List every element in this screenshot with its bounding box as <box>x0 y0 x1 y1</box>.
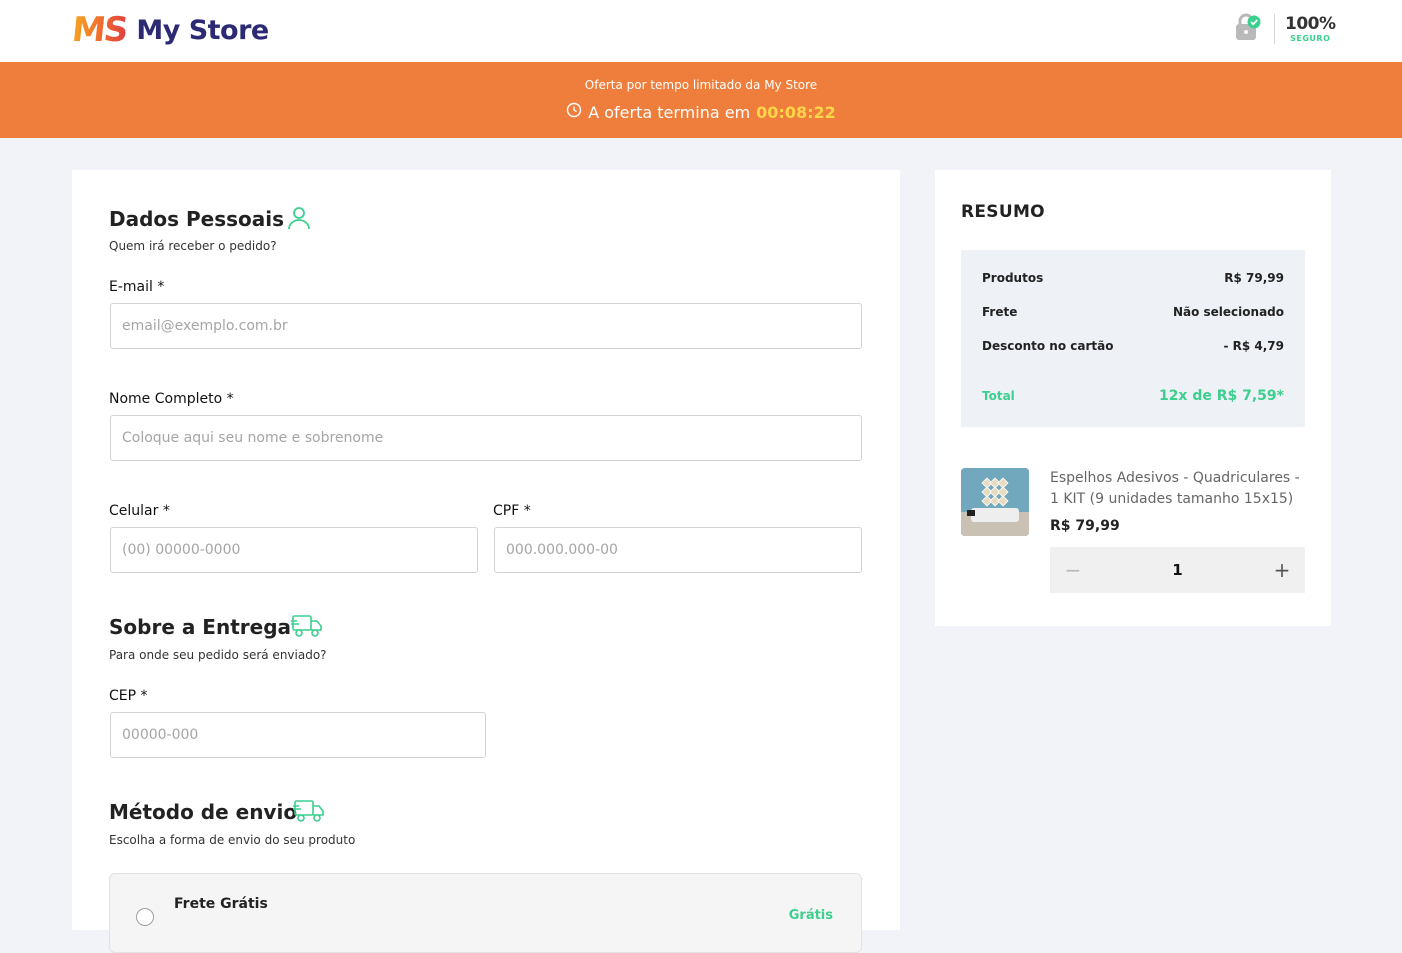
summary-row-value: Não selecionado <box>1172 305 1284 319</box>
store-name: My Store <box>136 14 269 46</box>
cep-field[interactable] <box>110 712 486 758</box>
summary-row: Desconto no cartão - R$ 4,79 <box>982 339 1284 353</box>
summary-title: RESUMO <box>961 202 1045 222</box>
cpf-label: CPF * <box>493 503 531 519</box>
delivery-section-title: Sobre a Entrega <box>109 615 292 639</box>
cep-label: CEP * <box>109 688 148 704</box>
clock-icon <box>566 102 582 122</box>
secure-text: 100% SEGURO <box>1285 13 1336 43</box>
user-icon <box>286 205 312 235</box>
product-thumbnail <box>961 468 1029 536</box>
shipping-radio[interactable] <box>136 908 154 926</box>
quantity-value: 1 <box>1172 561 1183 579</box>
countdown-timer: 00:08:22 <box>756 102 836 122</box>
summary-row-label: Frete <box>982 305 1018 319</box>
total-label: Total <box>982 389 1015 403</box>
secure-percent: 100% <box>1285 13 1336 34</box>
header: MS My Store 100% SEGURO <box>0 0 1402 63</box>
phone-field[interactable] <box>110 527 478 573</box>
summary-row-value: R$ 79,99 <box>1224 271 1284 285</box>
email-field[interactable] <box>110 303 862 349</box>
product-name[interactable]: Espelhos Adesivos - Quadriculares - 1 KI… <box>1050 468 1310 510</box>
logo-mark: MS <box>69 10 129 50</box>
secure-divider <box>1274 14 1275 44</box>
offer-banner: Oferta por tempo limitado da My Store A … <box>0 62 1402 138</box>
full-name-field[interactable] <box>110 415 862 461</box>
summary-row-label: Produtos <box>982 271 1044 285</box>
store-logo[interactable]: MS My Store <box>69 10 269 50</box>
summary-row: Frete Não selecionado <box>982 305 1284 319</box>
offer-countdown-line: A oferta termina em 00:08:22 <box>0 102 1402 122</box>
full-name-label: Nome Completo * <box>109 391 234 407</box>
personal-section-title: Dados Pessoais <box>109 207 285 231</box>
lock-check-icon <box>1232 12 1262 46</box>
personal-section-subtitle: Quem irá receber o pedido? <box>109 239 277 253</box>
cpf-field[interactable] <box>494 527 862 573</box>
shipping-section-title: Método de envio <box>109 800 298 824</box>
secure-label: SEGURO <box>1290 33 1331 43</box>
quantity-stepper: − 1 + <box>1050 547 1305 593</box>
summary-total-row: Total 12x de R$ 7,59* <box>982 388 1284 404</box>
truck-icon <box>291 613 323 643</box>
email-label: E-mail * <box>109 279 165 295</box>
truck-icon <box>293 798 325 828</box>
delivery-section-subtitle: Para onde seu pedido será enviado? <box>109 648 327 662</box>
shipping-option-name: Frete Grátis <box>174 896 268 912</box>
phone-label: Celular * <box>109 503 170 519</box>
product-price: R$ 79,99 <box>1050 518 1120 534</box>
summary-row: Produtos R$ 79,99 <box>982 271 1284 285</box>
summary-row-value: - R$ 4,79 <box>1223 339 1284 353</box>
decrease-quantity-button[interactable]: − <box>1050 547 1096 593</box>
increase-quantity-button[interactable]: + <box>1259 547 1305 593</box>
offer-title: Oferta por tempo limitado da My Store <box>584 78 818 92</box>
checkout-form: Dados Pessoais Quem irá receber o pedido… <box>72 170 900 953</box>
summary-totals: Produtos R$ 79,99 Frete Não selecionado … <box>961 250 1305 427</box>
order-summary: RESUMO Produtos R$ 79,99 Frete Não selec… <box>935 170 1331 626</box>
shipping-section-subtitle: Escolha a forma de envio do seu produto <box>109 833 356 847</box>
shipping-option-free[interactable]: Frete Grátis Grátis <box>109 873 862 953</box>
secure-badge: 100% SEGURO <box>1232 12 1336 46</box>
summary-row-label: Desconto no cartão <box>982 339 1114 353</box>
offer-ends-label: A oferta termina em <box>588 102 751 122</box>
total-value: 12x de R$ 7,59* <box>1158 388 1284 404</box>
shipping-option-price: Grátis <box>788 908 833 923</box>
